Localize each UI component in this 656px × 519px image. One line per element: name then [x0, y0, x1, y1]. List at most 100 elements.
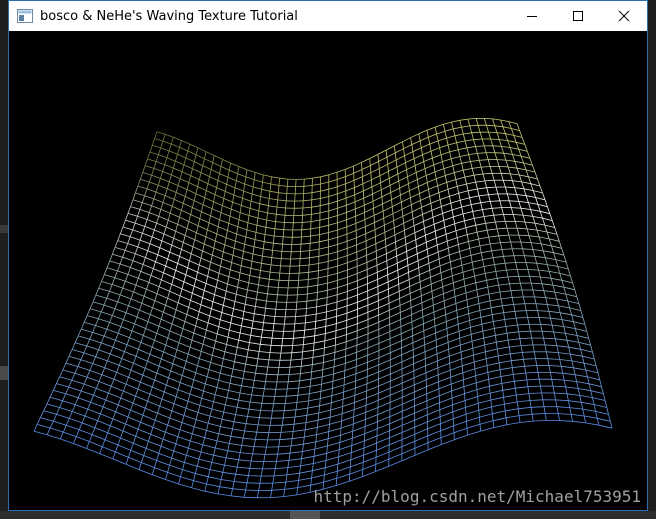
mesh-line — [209, 268, 220, 274]
mesh-line — [287, 460, 290, 468]
mesh-line — [413, 365, 426, 372]
mesh-line — [262, 174, 264, 183]
minimize-button[interactable] — [509, 1, 555, 31]
mesh-line — [141, 302, 153, 309]
mesh-line — [350, 445, 353, 453]
mesh-line — [356, 262, 368, 267]
mesh-line — [386, 255, 397, 262]
mesh-line — [474, 368, 476, 376]
mesh-line — [429, 196, 432, 204]
mesh-line — [211, 308, 222, 313]
mesh-line — [139, 309, 151, 315]
mesh-line — [513, 135, 523, 138]
mesh-line — [313, 449, 316, 457]
mesh-line — [470, 159, 480, 162]
mesh-line — [461, 365, 464, 373]
mesh-line — [147, 321, 160, 327]
title-bar[interactable]: bosco & NeHe's Waving Texture Tutorial — [9, 1, 647, 31]
mesh-line — [433, 161, 443, 166]
mesh-line — [181, 164, 185, 172]
mesh-line — [227, 176, 237, 182]
mesh-line — [147, 158, 157, 162]
mesh-line — [501, 383, 504, 391]
mesh-line — [315, 314, 317, 322]
mesh-line — [555, 259, 559, 267]
mesh-line — [157, 178, 161, 186]
mesh-line — [461, 125, 470, 128]
mesh-line — [412, 147, 422, 152]
mesh-line — [237, 279, 240, 288]
mesh-line — [345, 180, 355, 185]
app-window-icon[interactable] — [17, 9, 33, 23]
mesh-line — [93, 394, 106, 401]
mesh-line — [471, 202, 481, 205]
mesh-line — [582, 408, 596, 412]
mesh-line — [167, 258, 178, 264]
mesh-line — [434, 171, 437, 179]
mesh-line — [493, 255, 504, 259]
opengl-viewport[interactable]: http://blog.csdn.net/Michael753951 — [9, 31, 647, 510]
mesh-line — [146, 181, 150, 190]
mesh-line — [140, 335, 144, 343]
mesh-line — [438, 188, 449, 193]
mesh-line — [602, 393, 606, 401]
mesh-line — [301, 228, 311, 231]
mesh-line — [333, 370, 346, 375]
mesh-line — [429, 270, 431, 278]
mesh-line — [95, 381, 100, 389]
mesh-line — [349, 466, 351, 475]
mesh-line — [184, 321, 196, 327]
mesh-line — [451, 393, 465, 399]
mesh-line — [191, 339, 204, 345]
mesh-line — [237, 166, 240, 174]
mesh-line — [245, 416, 248, 424]
mesh-line — [542, 399, 545, 407]
mesh-line — [212, 254, 223, 260]
mesh-line — [401, 197, 411, 203]
mesh-line — [380, 178, 390, 184]
mesh-line — [186, 448, 189, 456]
mesh-line — [545, 351, 549, 359]
mesh-line — [263, 248, 273, 251]
mesh-line — [262, 241, 265, 249]
mesh-line — [84, 415, 98, 422]
mesh-line — [390, 361, 403, 368]
mesh-line — [295, 407, 308, 411]
mesh-line — [466, 234, 469, 242]
mesh-line — [421, 297, 433, 304]
mesh-line — [202, 243, 205, 252]
mesh-line — [146, 212, 150, 220]
maximize-button[interactable] — [555, 1, 601, 31]
mesh-line — [273, 468, 276, 476]
mesh-line — [168, 150, 178, 155]
mesh-line — [469, 316, 482, 321]
mesh-line — [437, 185, 440, 193]
mesh-line — [206, 376, 219, 381]
mesh-line — [405, 232, 415, 238]
mesh-line — [464, 220, 467, 228]
mesh-line — [299, 470, 313, 474]
mesh-line — [439, 397, 453, 404]
mesh-line — [199, 311, 210, 317]
mesh-line — [456, 142, 459, 150]
mesh-line — [127, 243, 138, 248]
mesh-line — [303, 199, 312, 202]
mesh-line — [282, 229, 285, 237]
mesh-line — [530, 407, 533, 415]
mesh-line — [528, 202, 538, 205]
mesh-line — [199, 218, 210, 224]
mesh-line — [451, 209, 454, 217]
mesh-line — [442, 213, 445, 221]
close-button[interactable] — [601, 1, 647, 31]
mesh-line — [445, 172, 455, 176]
mesh-line — [310, 376, 323, 380]
mesh-line — [542, 250, 546, 258]
mesh-line — [186, 189, 197, 194]
mesh-line — [305, 313, 317, 317]
mesh-line — [552, 386, 555, 394]
mesh-line — [456, 310, 458, 318]
mesh-line — [283, 489, 286, 497]
mesh-line — [325, 463, 339, 469]
mesh-line — [101, 311, 113, 316]
mesh-line — [301, 364, 313, 367]
